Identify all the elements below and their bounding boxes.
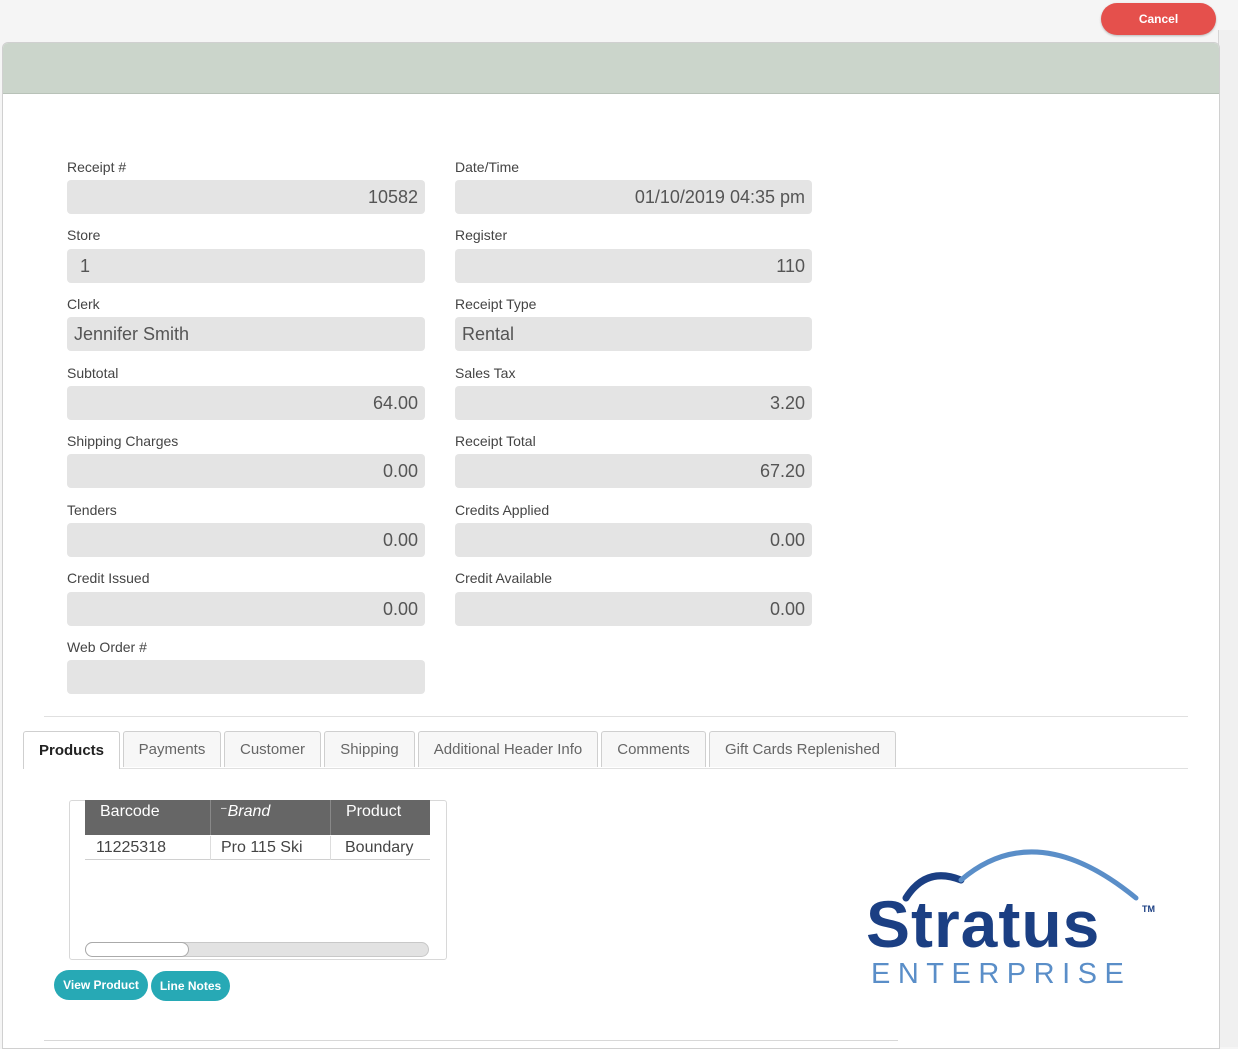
column-header-barcode[interactable]: Barcode [85, 800, 210, 835]
sales-tax-field[interactable]: 3.20 [455, 386, 812, 420]
logo-trademark: TM [1142, 904, 1155, 914]
stratus-enterprise-logo: Stratus TM ENTERPRISE [866, 836, 1166, 996]
footer-divider [44, 1040, 898, 1041]
credit-available-label: Credit Available [455, 570, 553, 586]
column-separator [210, 836, 211, 860]
credit-issued-field[interactable]: 0.00 [67, 592, 425, 626]
clerk-field[interactable]: Jennifer Smith [67, 317, 425, 351]
receipt-number-label: Receipt # [67, 159, 127, 175]
view-product-button[interactable]: View Product [54, 970, 148, 1000]
table-cell-product[interactable]: Boundary [330, 836, 430, 860]
tab-products[interactable]: Products [23, 731, 120, 769]
web-order-label: Web Order # [67, 639, 147, 655]
date-time-label: Date/Time [455, 159, 520, 175]
receipt-total-field[interactable]: 67.20 [455, 454, 812, 488]
page-scrollbar[interactable] [1218, 30, 1238, 1047]
logo-wordmark: Stratus [866, 887, 1101, 961]
credits-applied-label: Credits Applied [455, 502, 550, 518]
column-header-product[interactable]: Product [330, 800, 430, 835]
store-field[interactable]: 1 [67, 249, 425, 283]
table-scrollbar-thumb[interactable] [85, 942, 189, 957]
column-header-brand-label: Brand [227, 803, 271, 820]
column-header-brand[interactable]: – Brand [210, 800, 330, 835]
column-separator [330, 836, 331, 860]
tab-baseline [120, 768, 1188, 769]
tab-customer[interactable]: Customer [224, 731, 321, 767]
clerk-label: Clerk [67, 296, 100, 312]
receipt-type-field[interactable]: Rental [455, 317, 812, 351]
tenders-label: Tenders [67, 502, 117, 518]
receipt-type-label: Receipt Type [455, 296, 537, 312]
receipt-total-label: Receipt Total [455, 433, 536, 449]
line-notes-button[interactable]: Line Notes [151, 971, 230, 1001]
receipt-number-field[interactable]: 10582 [67, 180, 425, 214]
sales-tax-label: Sales Tax [455, 365, 516, 381]
web-order-field[interactable] [67, 660, 425, 694]
tab-payments[interactable]: Payments [123, 731, 221, 767]
credit-issued-label: Credit Issued [67, 570, 150, 586]
tab-additional-header-info[interactable]: Additional Header Info [418, 731, 598, 767]
section-divider [44, 716, 1188, 717]
date-time-field[interactable]: 01/10/2019 04:35 pm [455, 180, 812, 214]
subtotal-label: Subtotal [67, 365, 119, 381]
tab-shipping[interactable]: Shipping [324, 731, 415, 767]
store-label: Store [67, 227, 101, 243]
table-cell-barcode[interactable]: 11225318 [85, 836, 210, 860]
cancel-button[interactable]: Cancel [1101, 3, 1216, 35]
register-label: Register [455, 227, 508, 243]
logo-subtitle: ENTERPRISE [871, 958, 1132, 990]
table-cell-brand[interactable]: Pro 115 Ski [210, 836, 330, 860]
shipping-charges-field[interactable]: 0.00 [67, 454, 425, 488]
tab-gift-cards-replenished[interactable]: Gift Cards Replenished [709, 731, 896, 767]
credits-applied-field[interactable]: 0.00 [455, 523, 812, 557]
column-drag-mark: – [221, 803, 227, 814]
shipping-charges-label: Shipping Charges [67, 433, 179, 449]
tenders-field[interactable]: 0.00 [67, 523, 425, 557]
credit-available-field[interactable]: 0.00 [455, 592, 812, 626]
subtotal-field[interactable]: 64.00 [67, 386, 425, 420]
register-field[interactable]: 110 [455, 249, 812, 283]
tab-comments[interactable]: Comments [601, 731, 706, 767]
panel-header [3, 43, 1219, 94]
